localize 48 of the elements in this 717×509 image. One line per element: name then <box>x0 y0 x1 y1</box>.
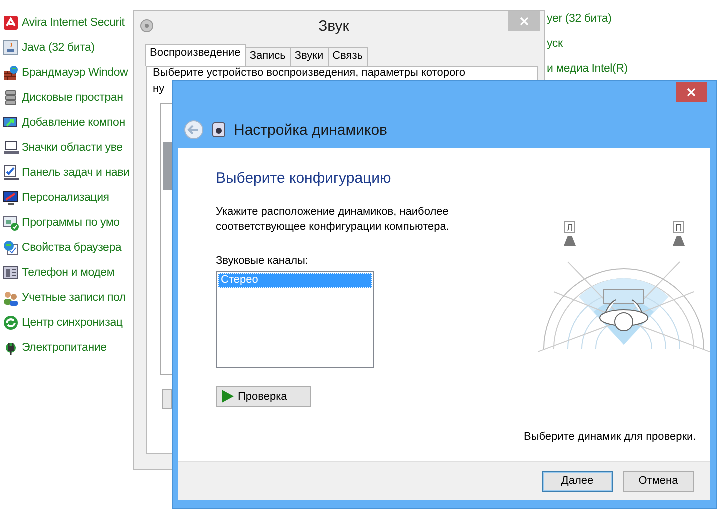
control-panel-link[interactable]: Программы по умо <box>22 216 120 228</box>
list-item[interactable]: Стерео <box>218 273 372 288</box>
control-panel-link[interactable]: Значки области уве <box>22 142 123 154</box>
play-icon <box>222 390 234 403</box>
people-icon <box>3 290 19 306</box>
drive-stack-icon <box>3 90 19 106</box>
control-panel-link[interactable]: и медиа Intel(R) <box>547 61 628 78</box>
control-panel-link[interactable]: Панель задач и нави <box>22 166 130 178</box>
brick-wall-icon <box>3 64 19 80</box>
monitor-arrow-icon <box>3 114 19 130</box>
control-panel-link[interactable]: Avira Internet Securit <box>22 16 125 28</box>
control-panel-link[interactable]: уск <box>547 36 628 53</box>
dialog-button[interactable]: Далее <box>542 470 613 492</box>
control-panel-link[interactable]: Центр синхронизац <box>22 316 123 328</box>
control-panel-link[interactable]: Свойства браузера <box>22 242 122 254</box>
monitor-icon <box>3 190 19 206</box>
control-panel-link[interactable]: Учетные записи пол <box>22 292 126 304</box>
control-panel-link[interactable]: Персонализация <box>22 192 110 204</box>
control-panel-link[interactable]: Добавление компон <box>22 116 126 128</box>
speaker-label: П <box>676 224 682 234</box>
description: Укажите расположение динамиков, наиболее соответствующее конфигурации компьютера. <box>216 205 450 235</box>
heading: Выберите конфигурацию <box>216 170 392 187</box>
control-panel-link[interactable]: Электропитание <box>22 342 107 354</box>
checkmark-screen-icon <box>3 164 19 180</box>
laptop-icon <box>3 140 19 156</box>
globe-icon <box>3 240 19 256</box>
dialog-title: Настройка динамиков <box>234 122 388 138</box>
close-icon <box>520 16 528 26</box>
hint-text: Выберите динамик для проверки. <box>523 431 696 443</box>
tab[interactable]: Воспроизведение <box>145 44 246 66</box>
phone-icon <box>3 264 19 280</box>
tab[interactable]: Связь <box>328 47 368 66</box>
speaker-label: Л <box>566 224 574 234</box>
control-panel-link[interactable]: Дисковые простран <box>22 92 124 104</box>
window-title: Звук <box>318 18 350 34</box>
control-panel-link[interactable]: Телефон и модем <box>22 266 115 278</box>
close-icon <box>687 88 696 96</box>
dialog-button[interactable]: Отмена <box>623 470 694 492</box>
test-button[interactable]: Проверка <box>216 386 311 407</box>
close-button[interactable] <box>676 82 707 102</box>
window-check-icon <box>3 214 19 230</box>
field-label: Звуковые каналы: <box>216 255 308 267</box>
instruction-text: Выберите устройство воспроизведения, параметры которого <box>153 68 466 79</box>
control-panel-link[interactable]: yer (32 бита) <box>547 11 628 28</box>
control-panel-link[interactable]: Брандмауэр Window <box>22 66 128 78</box>
control-panel-link[interactable]: Java (32 бита) <box>22 42 95 54</box>
instruction-text: ну <box>153 84 166 95</box>
sync-icon <box>3 314 19 330</box>
